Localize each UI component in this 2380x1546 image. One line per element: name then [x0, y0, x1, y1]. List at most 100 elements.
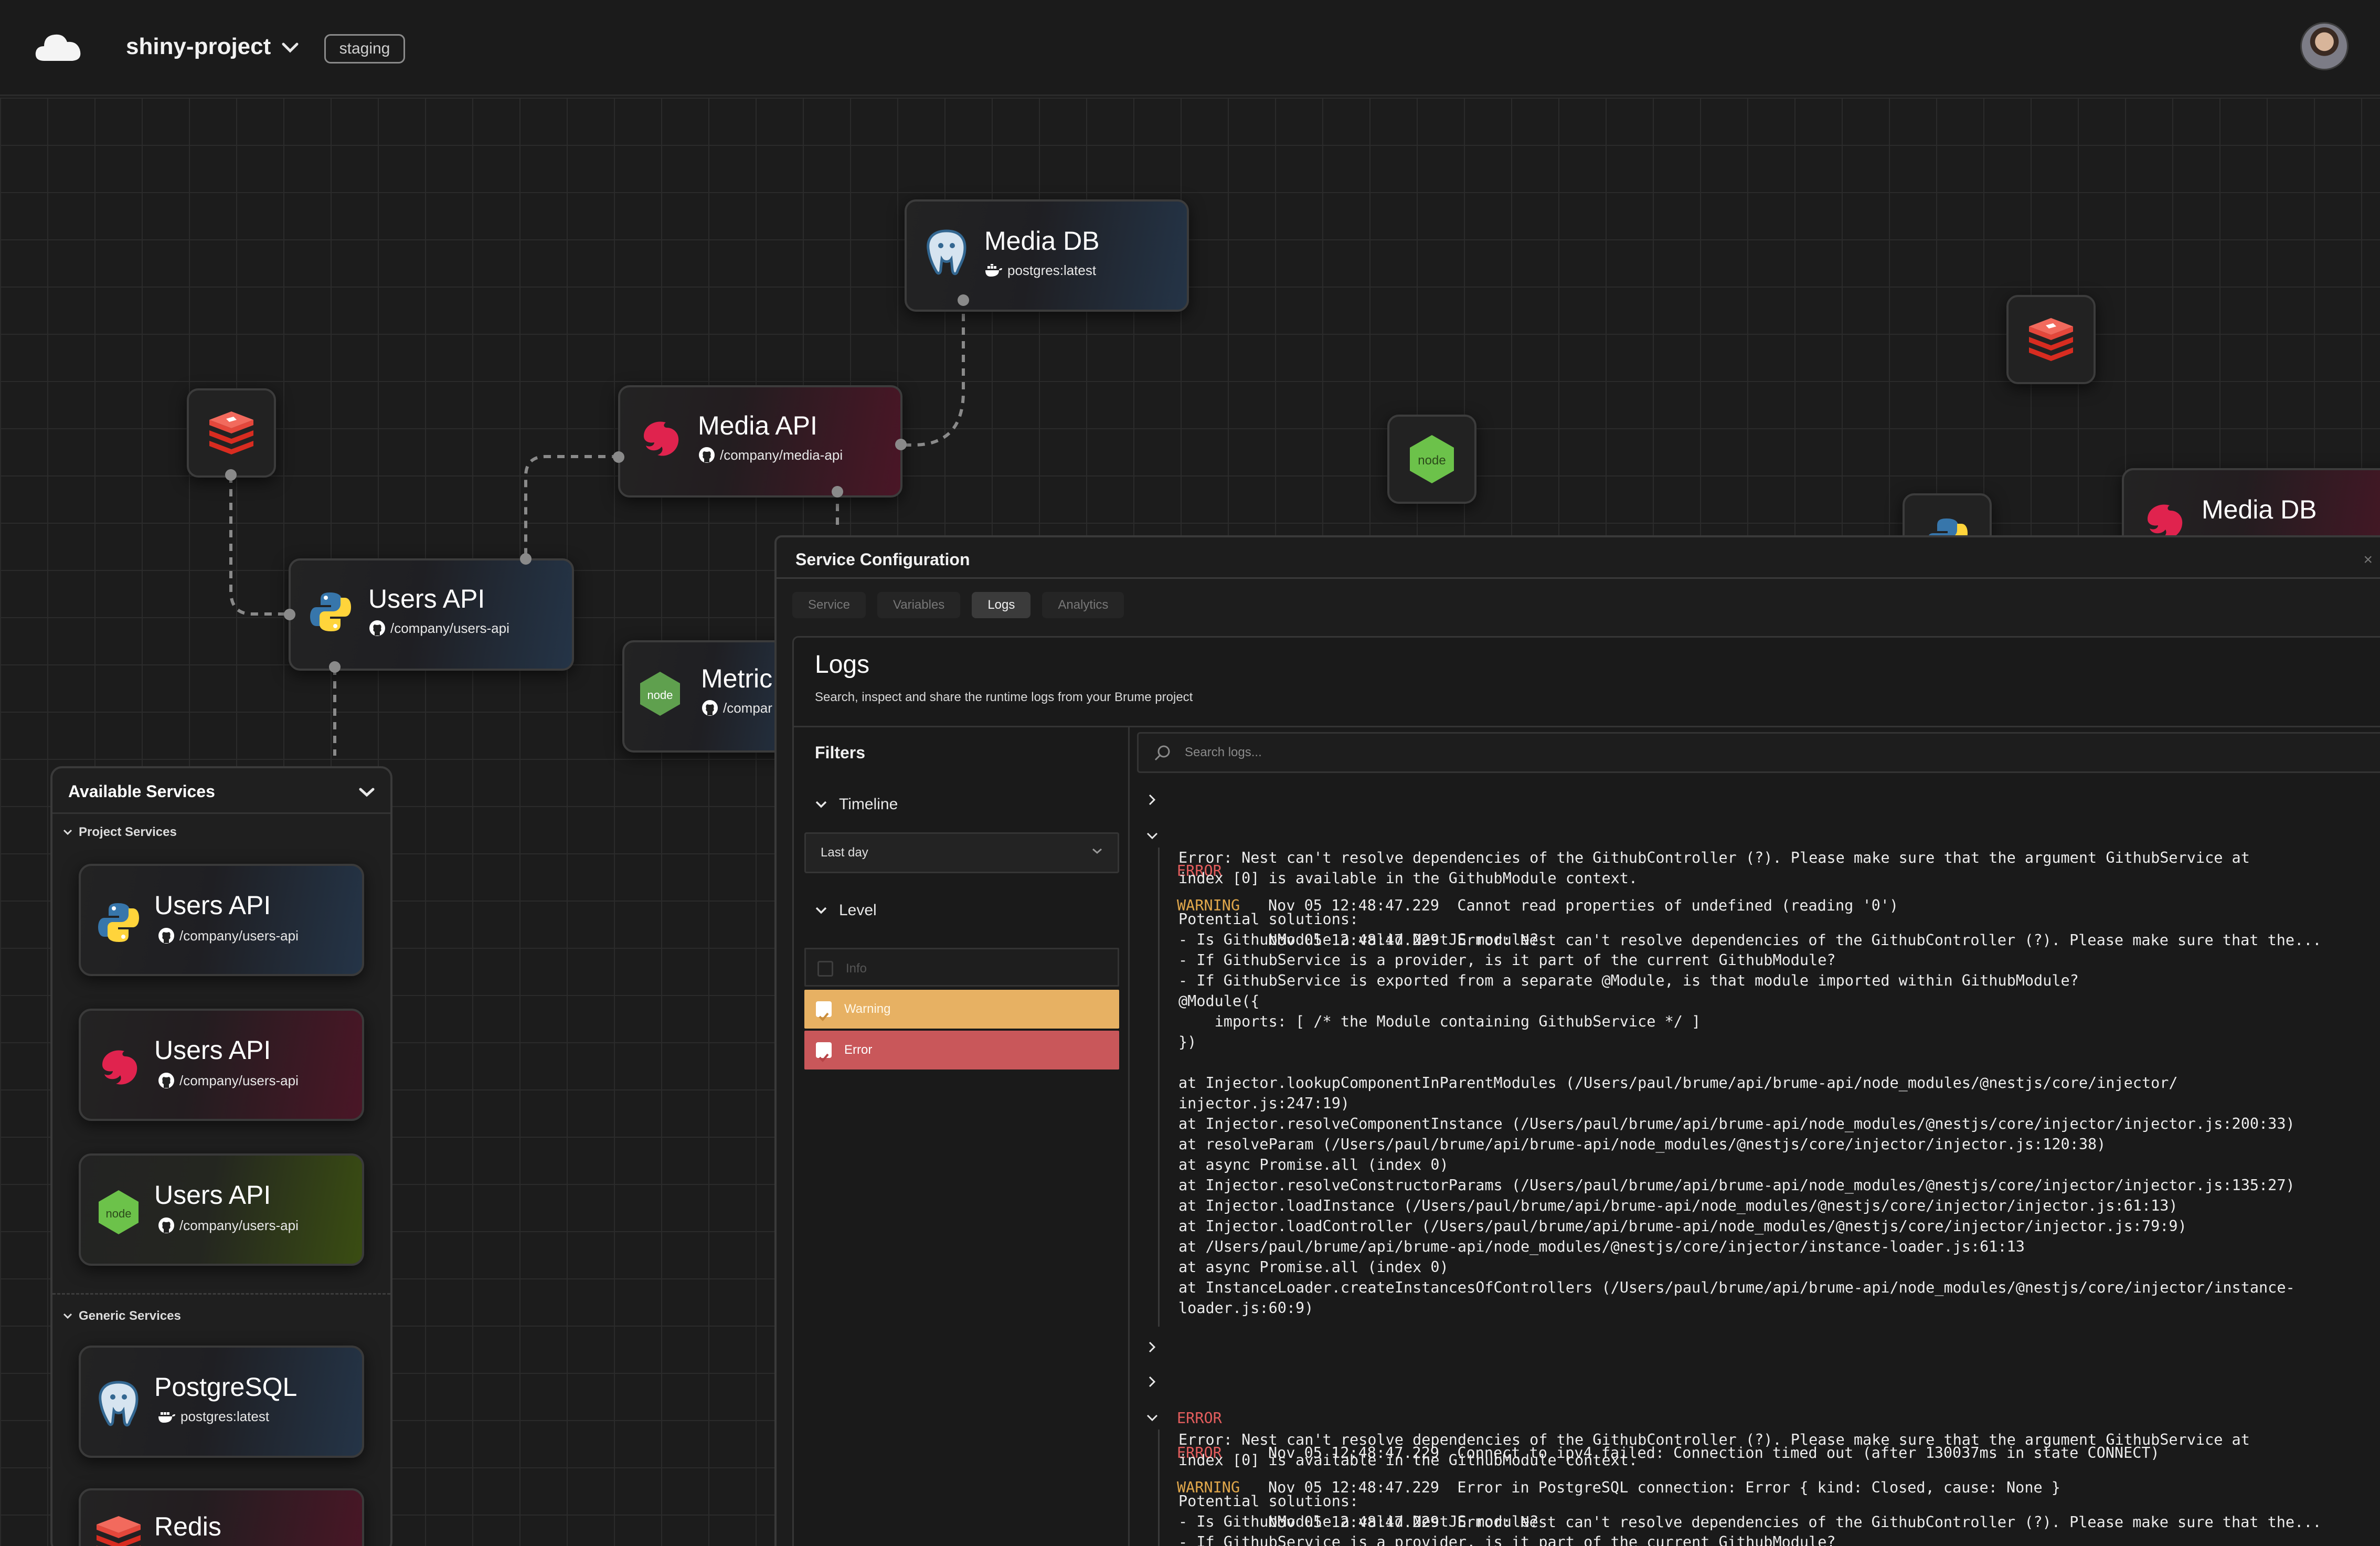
card-subtitle: /company/users-api [157, 927, 299, 945]
log-entry[interactable]: ERROR Nov 05 12:48:47.229 Connect to ipv… [1137, 1332, 2380, 1462]
chevron-down-icon [1092, 848, 1102, 854]
redis-node[interactable] [2006, 295, 2096, 384]
service-configuration-panel: Service Configuration × Service Variable… [774, 535, 2380, 1546]
log-line[interactable]: WARNING Nov 05 12:48:47.229 Error: Nest … [1137, 819, 2380, 949]
log-line[interactable]: ERROR Nov 05 12:48:47.229 Cannot read pr… [1137, 785, 2380, 914]
tab-service[interactable]: Service [792, 592, 866, 618]
card-subtitle-text: /company/users-api [179, 927, 299, 944]
media-api-node[interactable]: Media API /company/media-api [618, 385, 902, 497]
divider [777, 577, 2380, 579]
user-avatar[interactable] [2300, 22, 2349, 70]
node-title: Media DB [984, 226, 1100, 256]
node-title: Media DB [2202, 495, 2317, 524]
redis-node[interactable] [187, 388, 276, 478]
connection-port[interactable] [895, 439, 907, 450]
card-title: Redis [154, 1512, 221, 1541]
nodejs-icon: node [92, 1186, 145, 1238]
svg-text:node: node [106, 1207, 132, 1220]
logs-heading: Logs [815, 651, 870, 679]
chevron-down-icon [63, 1313, 72, 1319]
filters-title: Filters [815, 743, 866, 762]
chevron-right-icon[interactable] [1144, 785, 1160, 819]
svg-text:node: node [1418, 453, 1446, 468]
github-icon [158, 928, 174, 944]
connection-port[interactable] [329, 661, 341, 673]
chevron-down-icon[interactable] [281, 42, 299, 56]
connection-port[interactable] [225, 469, 237, 481]
filters-sidebar: Filters Timeline Last day Level Info War… [794, 727, 1130, 1546]
node-title: Media API [698, 411, 817, 440]
users-api-node[interactable]: Users API /company/users-api [289, 558, 574, 671]
level-filter-warning[interactable]: Warning [804, 990, 1119, 1029]
timeline-value: Last day [821, 845, 868, 860]
log-text: Error: Nest can't resolve dependencies o… [1457, 931, 2322, 949]
log-line[interactable]: ERROR Nov 05 12:48:47.229 Error in Postg… [1137, 1367, 2380, 1496]
checkbox-unchecked[interactable] [817, 961, 833, 977]
level-filter-info[interactable]: Info [804, 948, 1119, 987]
timeline-section-toggle[interactable]: Timeline [815, 796, 898, 813]
connection-port[interactable] [613, 451, 624, 463]
connection-port[interactable] [284, 609, 295, 620]
level-section-toggle[interactable]: Level [815, 902, 877, 919]
chevron-down-icon[interactable] [359, 787, 375, 800]
postgres-icon [920, 227, 973, 279]
card-title: Users API [154, 1180, 271, 1210]
node-subtitle: /company/users-api [368, 619, 509, 637]
log-message: Nov 05 12:48:47.229 Error: Nest can't re… [1268, 1505, 2322, 1540]
card-subtitle-text: postgres:latest [180, 1409, 270, 1424]
panel-title: Available Services [68, 782, 215, 801]
chevron-down-icon[interactable] [1144, 1401, 1160, 1436]
service-card-users-api-nestjs[interactable]: Users API /company/users-api [79, 1009, 364, 1121]
logs-card: Logs Search, inspect and share the runti… [792, 636, 2380, 1546]
redis-icon [92, 1511, 145, 1546]
tab-variables[interactable]: Variables [877, 592, 961, 618]
github-icon [702, 700, 718, 716]
connection-port[interactable] [832, 486, 843, 497]
level-label: Error [844, 1043, 873, 1057]
project-name[interactable]: shiny-project [126, 34, 271, 60]
service-card-users-api-python[interactable]: Users API /company/users-api [79, 864, 364, 976]
service-card-postgresql[interactable]: PostgreSQL postgres:latest [79, 1346, 364, 1458]
log-timestamp: Nov 05 12:48:47.229 [1268, 931, 1440, 949]
nodejs-icon: node [634, 668, 686, 720]
timeline-select[interactable]: Last day [804, 832, 1119, 873]
cloud-icon[interactable] [33, 27, 85, 68]
log-text: Error: Nest can't resolve dependencies o… [1457, 1513, 2322, 1531]
generic-services-section[interactable]: Generic Services [63, 1309, 181, 1323]
docker-icon [158, 1412, 175, 1423]
connection-port[interactable] [520, 553, 532, 565]
search-logs-input[interactable]: Search logs... [1137, 732, 2380, 773]
log-entry[interactable]: WARNING Nov 05 12:48:47.229 Error: Nest … [1137, 819, 2380, 1327]
chevron-right-icon[interactable] [1144, 1332, 1160, 1367]
log-entry[interactable]: ERROR Nov 05 12:48:47.229 Cannot read pr… [1137, 785, 2380, 914]
checkbox-checked[interactable] [816, 1001, 832, 1021]
chevron-down-icon [815, 801, 827, 808]
connection-port[interactable] [958, 294, 969, 306]
service-card-redis[interactable]: Redis [79, 1488, 364, 1546]
chevron-down-icon[interactable] [1144, 819, 1160, 854]
tab-analytics[interactable]: Analytics [1042, 592, 1124, 618]
log-entry[interactable]: ERROR Nov 05 12:48:47.229 Error in Postg… [1137, 1367, 2380, 1496]
log-level: WARNING [1177, 897, 1240, 914]
chevron-down-icon [815, 907, 827, 914]
nestjs-icon [92, 1041, 145, 1094]
log-entry[interactable]: WARNING Nov 05 12:48:47.229 Error: Nest … [1137, 1401, 2380, 1546]
level-filter-error[interactable]: Error [804, 1031, 1119, 1070]
service-card-users-api-nodejs[interactable]: node Users API /company/users-api [79, 1153, 364, 1266]
close-icon[interactable]: × [2363, 551, 2373, 569]
section-label: Generic Services [79, 1309, 181, 1323]
project-services-section[interactable]: Project Services [63, 825, 177, 840]
media-db-node[interactable]: Media DB postgres:latest [905, 199, 1189, 312]
checkbox-checked[interactable] [816, 1042, 832, 1062]
node-subtitle-text: /company/media-api [720, 447, 843, 463]
tab-logs[interactable]: Logs [972, 592, 1031, 618]
log-line[interactable]: WARNING Nov 05 12:48:47.229 Error: Nest … [1137, 1401, 2380, 1531]
nodejs-node[interactable]: node [1387, 415, 1476, 504]
chevron-right-icon[interactable] [1144, 1367, 1160, 1401]
log-line[interactable]: ERROR Nov 05 12:48:47.229 Connect to ipv… [1137, 1332, 2380, 1462]
divider [52, 812, 390, 814]
card-subtitle-text: /company/users-api [179, 1217, 299, 1233]
node-subtitle: /company/media-api [698, 446, 843, 464]
environment-badge[interactable]: staging [324, 34, 405, 63]
redis-icon [2029, 318, 2073, 361]
